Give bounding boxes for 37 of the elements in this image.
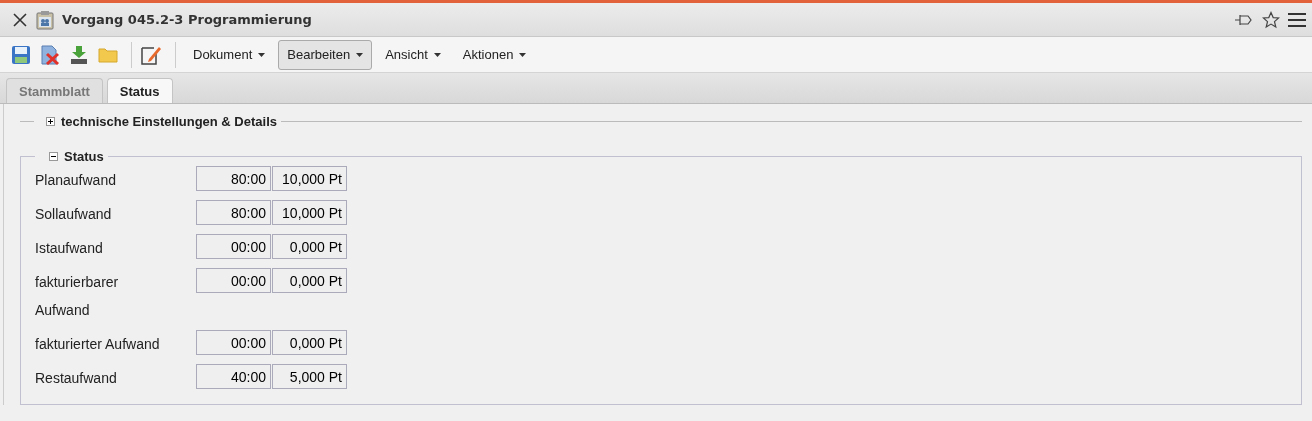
time-field: 80:00 [196,200,271,225]
close-icon[interactable] [12,11,28,28]
time-field: 80:00 [196,166,271,191]
field-label: Planaufwand [35,171,117,190]
delete-document-icon[interactable] [40,44,60,65]
field-label: Restaufwand [35,369,118,388]
points-field: 5,000 Pt [272,364,347,389]
field-label: Sollaufwand [35,205,113,224]
window-title: Vorgang 045.2-3 Programmierung [62,12,312,27]
caret-icon [356,52,364,57]
points-field: 10,000 Pt [272,166,347,191]
menu-icon[interactable] [1288,11,1306,28]
menu-button[interactable]: Aktionen [453,39,536,70]
caret-icon [519,52,527,57]
star-icon[interactable] [1262,10,1280,29]
caret-icon [433,52,441,57]
expand-icon[interactable] [46,117,55,126]
time-field: 40:00 [196,364,271,389]
points-field: 10,000 Pt [272,200,347,225]
time-field: 00:00 [196,330,271,355]
tab[interactable]: Status [106,78,173,103]
collapse-icon[interactable] [49,152,58,161]
menu-button[interactable]: Dokument [184,39,275,70]
clipboard-icon [36,9,54,30]
field-label: fakturierter Aufwand [35,335,161,354]
download-icon[interactable] [69,44,89,65]
points-field: 0,000 Pt [272,234,347,259]
field-label: Istaufwand [35,239,104,258]
time-field: 00:00 [196,268,271,293]
caret-icon [258,52,266,57]
points-field: 0,000 Pt [272,268,347,293]
section-title: Status [64,149,104,164]
section-title: technische Einstellungen & Details [61,114,277,129]
menu-button[interactable]: Bearbeiten [278,39,373,70]
time-field: 00:00 [196,234,271,259]
menu-button[interactable]: Ansicht [376,39,450,70]
points-field: 0,000 Pt [272,330,347,355]
